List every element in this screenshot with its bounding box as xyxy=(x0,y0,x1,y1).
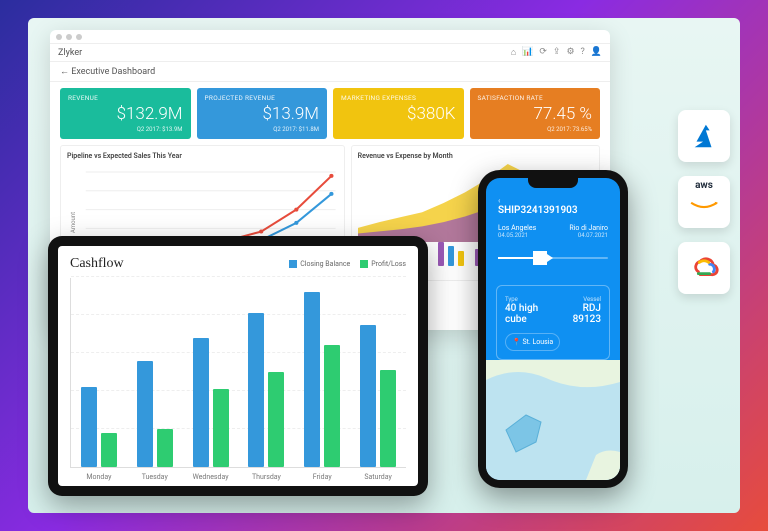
cashflow-bar xyxy=(304,292,320,467)
location-chip[interactable]: 📍 St. Lousia xyxy=(505,333,560,351)
gcloud-icon xyxy=(689,253,719,283)
shipment-id: SHIP3241391903 xyxy=(498,205,608,216)
kpi-label: REVENUE xyxy=(68,94,183,102)
cashflow-legend: Closing Balance Profit/Loss xyxy=(289,260,406,268)
to-date: 04.07.2021 xyxy=(569,232,608,239)
phone-notch xyxy=(528,178,578,188)
home-icon[interactable]: ⌂ xyxy=(511,47,516,58)
cashflow-x-label: Tuesday xyxy=(133,473,177,481)
window-dot[interactable] xyxy=(56,34,62,40)
toolbar-icons: ⌂ 📊 ⟳ ⇪ ⚙ ? 👤 xyxy=(511,47,602,58)
kpi-label: MARKETING EXPENSES xyxy=(341,94,456,102)
cashflow-group: Friday xyxy=(300,278,344,467)
cashflow-bar xyxy=(360,325,376,468)
back-icon[interactable]: ← xyxy=(60,67,69,77)
cashflow-group: Tuesday xyxy=(133,278,177,467)
avatar[interactable]: 👤 xyxy=(591,47,602,58)
vessel-label: Vessel xyxy=(557,296,601,303)
cashflow-bar xyxy=(81,387,97,467)
to-city: Rio di Janiro xyxy=(569,224,608,232)
cashflow-group: Thursday xyxy=(244,278,288,467)
type-label: Type xyxy=(505,296,557,303)
window-chrome xyxy=(50,30,610,44)
kpi-label: SATISFACTION RATE xyxy=(478,94,593,102)
gear-icon[interactable]: ⚙ xyxy=(566,47,574,58)
vessel-value: RDJ 89123 xyxy=(557,303,601,325)
cashflow-bar xyxy=(248,313,264,467)
cashflow-bar xyxy=(193,338,209,467)
cashflow-bar xyxy=(324,345,340,467)
pipeline-title: Pipeline vs Expected Sales This Year xyxy=(67,152,338,160)
breadcrumb[interactable]: ← Executive Dashboard xyxy=(50,62,610,82)
kpi-value: $132.9M xyxy=(68,104,183,124)
phone-device: ‹ SHIP3241391903 Los Angeles 04.05.2021 … xyxy=(478,170,628,488)
cashflow-x-label: Monday xyxy=(77,473,121,481)
cashflow-bar xyxy=(101,433,117,467)
kpi-card[interactable]: REVENUE $132.9M Q2 2017: $13.9M xyxy=(60,88,191,139)
shipment-card: Type 40 high cube Vessel RDJ 89123 📍 St.… xyxy=(496,285,610,360)
breadcrumb-label: Executive Dashboard xyxy=(71,67,155,77)
kpi-value: $380K xyxy=(341,104,456,124)
kpi-card[interactable]: SATISFACTION RATE 77.45 % Q2 2017: 73.65… xyxy=(470,88,601,139)
app-title: Zlyker xyxy=(58,48,82,58)
aws-badge[interactable]: aws xyxy=(678,176,730,228)
cashflow-group: Saturday xyxy=(356,278,400,467)
window-dot[interactable] xyxy=(66,34,72,40)
cashflow-bar xyxy=(268,372,284,467)
azure-badge[interactable] xyxy=(678,110,730,162)
share-icon[interactable]: ⇪ xyxy=(553,47,561,58)
gcloud-badge[interactable] xyxy=(678,242,730,294)
cashflow-chart: Monday Tuesday WednesdayThursday Friday Satu… xyxy=(70,278,406,468)
kpi-sub: Q2 2017: $13.9M xyxy=(68,126,183,133)
y-axis-label: Amount xyxy=(70,212,77,233)
cashflow-bar xyxy=(157,429,173,467)
cashflow-x-label: Thursday xyxy=(244,473,288,481)
cashflow-bar xyxy=(213,389,229,467)
legend-item: Profit/Loss xyxy=(360,260,406,268)
revexp-title: Revenue vs Expense by Month xyxy=(358,152,593,160)
chart-icon[interactable]: 📊 xyxy=(522,47,533,58)
tablet-device: Cashflow Closing Balance Profit/Loss Mond… xyxy=(48,236,428,496)
kpi-value: $13.9M xyxy=(205,104,320,124)
cashflow-x-label: Saturday xyxy=(356,473,400,481)
kpi-sub: Q2 2017: 73.65% xyxy=(478,126,593,133)
kpi-value: 77.45 % xyxy=(478,104,593,124)
cashflow-bar xyxy=(137,361,153,467)
cashflow-bar xyxy=(380,370,396,467)
map[interactable] xyxy=(486,360,620,480)
legend-item: Closing Balance xyxy=(289,260,350,268)
kpi-card[interactable]: PROJECTED REVENUE $13.9M Q2 2017: $11.8M xyxy=(197,88,328,139)
window-dot[interactable] xyxy=(76,34,82,40)
progress-slider[interactable] xyxy=(498,249,608,267)
cashflow-title: Cashflow xyxy=(70,256,124,272)
from-date: 04.05.2021 xyxy=(498,232,536,239)
kpi-card[interactable]: MARKETING EXPENSES $380K xyxy=(333,88,464,139)
back-icon[interactable]: ‹ xyxy=(498,196,608,205)
kpi-label: PROJECTED REVENUE xyxy=(205,94,320,102)
help-icon[interactable]: ? xyxy=(581,47,585,58)
cashflow-x-label: Wednesday xyxy=(189,473,233,481)
cashflow-x-label: Friday xyxy=(300,473,344,481)
type-value: 40 high cube xyxy=(505,303,557,325)
refresh-icon[interactable]: ⟳ xyxy=(539,47,547,58)
aws-icon: aws xyxy=(689,180,719,191)
azure-icon xyxy=(689,121,719,151)
cashflow-group: Monday xyxy=(77,278,121,467)
from-city: Los Angeles xyxy=(498,224,536,232)
cashflow-group: Wednesday xyxy=(189,278,233,467)
kpi-sub: Q2 2017: $11.8M xyxy=(205,126,320,133)
